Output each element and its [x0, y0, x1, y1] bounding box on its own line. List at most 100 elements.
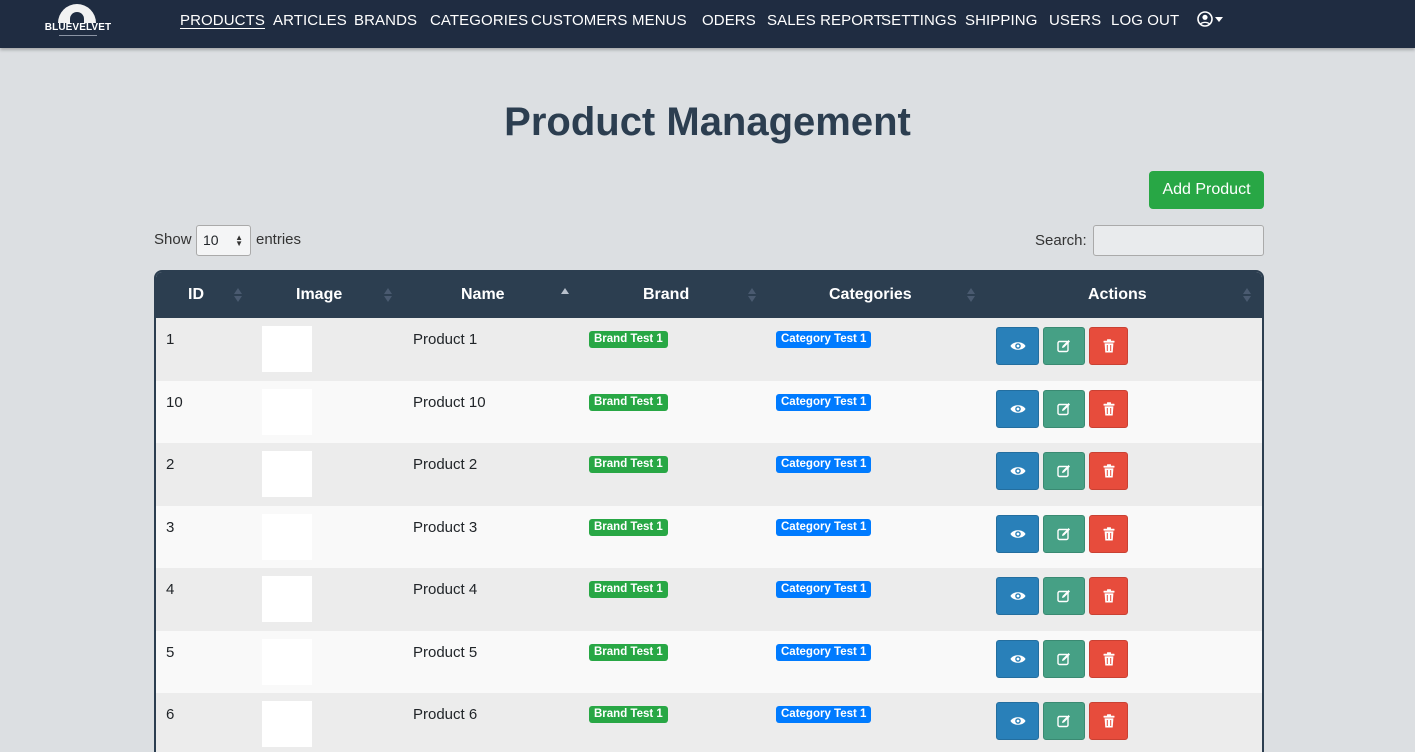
column-header-brand[interactable]: Brand	[643, 286, 689, 304]
product-image	[262, 701, 312, 747]
edit-button[interactable]	[1043, 452, 1085, 490]
category-badge: Category Test 1	[776, 643, 872, 661]
edit-icon	[1057, 340, 1070, 353]
sort-icon	[748, 288, 756, 302]
brand-badge: Brand Test 1	[589, 706, 668, 723]
edit-icon	[1057, 652, 1070, 665]
vinyl-record-logo-icon	[58, 4, 96, 23]
nav-item-brands[interactable]: BRANDS	[354, 12, 417, 29]
product-name: Product 10	[413, 393, 486, 411]
column-header-name[interactable]: Name	[461, 286, 505, 304]
category-badge: Category Test 1	[776, 331, 872, 348]
nav-item-categories[interactable]: CATEGORIES	[430, 12, 528, 29]
edit-icon	[1057, 590, 1070, 603]
show-label: Show	[154, 231, 192, 248]
table-row: 2 Product 2 Brand Test 1 Category Test 1	[156, 443, 1262, 506]
nav-item-orders[interactable]: ODERS	[702, 12, 756, 29]
product-name: Product 1	[413, 331, 478, 348]
brand-logo[interactable]: BLUEVELVET	[41, 4, 115, 42]
nav-item-users[interactable]: USERS	[1049, 12, 1101, 29]
edit-button[interactable]	[1043, 327, 1085, 365]
edit-button[interactable]	[1043, 577, 1085, 615]
nav-item-menus[interactable]: MENUS	[632, 12, 687, 29]
nav-item-logout[interactable]: LOG OUT	[1111, 12, 1179, 29]
search-label: Search:	[1035, 232, 1087, 249]
table-row: 3 Product 3 Brand Test 1 Category Test 1	[156, 505, 1262, 569]
edit-button[interactable]	[1043, 639, 1085, 678]
product-name: Product 3	[413, 518, 478, 536]
view-button[interactable]	[996, 639, 1039, 678]
brand-badge: Brand Test 1	[589, 456, 668, 473]
trash-icon	[1103, 714, 1114, 728]
category-badge: Category Test 1	[776, 581, 872, 598]
product-id: 5	[166, 643, 175, 661]
add-product-button[interactable]: Add Product	[1149, 171, 1264, 209]
brand-badge: Brand Test 1	[589, 331, 668, 348]
brand-badge: Brand Test 1	[589, 581, 668, 598]
nav-item-sales-report[interactable]: SALES REPORT	[767, 12, 883, 29]
delete-button[interactable]	[1089, 577, 1128, 615]
eye-icon	[1010, 717, 1025, 725]
delete-button[interactable]	[1089, 452, 1128, 490]
nav-item-articles[interactable]: ARTICLES	[273, 12, 347, 29]
category-badge: Category Test 1	[776, 393, 872, 411]
table-header: ID Image Name Brand Categories Actions	[156, 272, 1262, 318]
edit-icon	[1057, 402, 1070, 415]
table-row: 6 Product 6 Brand Test 1 Category Test 1	[156, 693, 1262, 752]
column-header-actions[interactable]: Actions	[1088, 286, 1147, 304]
view-button[interactable]	[996, 514, 1039, 553]
delete-button[interactable]	[1089, 514, 1128, 553]
product-image	[262, 638, 312, 685]
eye-icon	[1010, 654, 1025, 663]
search-input[interactable]	[1093, 225, 1264, 256]
entries-per-page-select[interactable]: 10 ▲ ▼	[196, 225, 251, 256]
table-row: 10 Product 10 Brand Test 1 Category Test…	[156, 380, 1262, 444]
view-button[interactable]	[996, 389, 1039, 428]
delete-button[interactable]	[1089, 389, 1128, 428]
brand-badge: Brand Test 1	[589, 643, 668, 661]
eye-icon	[1010, 404, 1025, 413]
product-id: 2	[166, 456, 175, 473]
entries-label: entries	[256, 231, 302, 248]
eye-icon	[1010, 592, 1025, 600]
sort-icon	[1243, 288, 1251, 302]
column-header-id[interactable]: ID	[188, 286, 204, 304]
delete-button[interactable]	[1089, 702, 1128, 740]
delete-button[interactable]	[1089, 327, 1128, 365]
product-image	[262, 326, 312, 372]
nav-item-customers[interactable]: CUSTOMERS	[531, 12, 627, 29]
table-row: 5 Product 5 Brand Test 1 Category Test 1	[156, 630, 1262, 694]
view-button[interactable]	[996, 577, 1039, 615]
view-button[interactable]	[996, 702, 1039, 740]
edit-button[interactable]	[1043, 389, 1085, 428]
sort-icon	[234, 288, 242, 302]
nav-item-settings[interactable]: SETTINGS	[881, 12, 957, 29]
view-button[interactable]	[996, 452, 1039, 490]
trash-icon	[1103, 651, 1114, 665]
category-badge: Category Test 1	[776, 706, 872, 723]
table-row: 4 Product 4 Brand Test 1 Category Test 1	[156, 568, 1262, 631]
nav-item-shipping[interactable]: SHIPPING	[965, 12, 1037, 29]
product-name: Product 5	[413, 643, 478, 661]
product-id: 3	[166, 518, 175, 536]
edit-button[interactable]	[1043, 514, 1085, 553]
products-table: ID Image Name Brand Categories Actions 1…	[154, 270, 1264, 752]
brand-logo-underline	[59, 35, 97, 36]
eye-icon	[1010, 342, 1025, 350]
column-header-image[interactable]: Image	[296, 286, 342, 304]
edit-icon	[1057, 465, 1070, 478]
view-button[interactable]	[996, 327, 1039, 365]
delete-button[interactable]	[1089, 639, 1128, 678]
trash-icon	[1103, 464, 1114, 478]
column-header-categories[interactable]: Categories	[829, 286, 912, 304]
nav-item-products[interactable]: PRODUCTS	[180, 12, 265, 29]
edit-icon	[1057, 527, 1070, 540]
edit-button[interactable]	[1043, 702, 1085, 740]
product-image	[262, 513, 312, 560]
edit-icon	[1057, 715, 1070, 728]
sort-ascending-icon	[561, 288, 569, 302]
category-badge: Category Test 1	[776, 518, 872, 536]
user-menu-toggle[interactable]	[1197, 11, 1227, 29]
product-id: 4	[166, 581, 175, 598]
chevron-down-icon	[1215, 17, 1223, 22]
